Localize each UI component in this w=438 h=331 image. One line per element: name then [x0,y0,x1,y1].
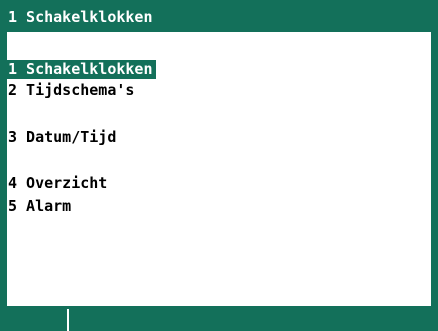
page-title: 1 Schakelklokken [8,8,153,26]
menu-item-overzicht[interactable]: 4 Overzicht [7,174,110,193]
softkey-left-button[interactable] [0,306,67,331]
softkey-right-button[interactable] [70,306,438,331]
menu-item-alarm[interactable]: 5 Alarm [7,197,74,216]
softkey-bar [0,306,438,331]
menu-item-tijdschemas[interactable]: 2 Tijdschema's [7,81,137,100]
screen-frame-left [0,0,7,331]
title-bar: 1 Schakelklokken [0,0,438,32]
control-panel-screen: 1 Schakelklokken 1 Schakelklokken 2 Tijd… [0,0,438,331]
menu-item-schakelklokken[interactable]: 1 Schakelklokken [7,60,156,79]
menu-item-datum-tijd[interactable]: 3 Datum/Tijd [7,128,119,147]
softkey-divider [67,309,69,331]
screen-frame-right [431,0,438,331]
